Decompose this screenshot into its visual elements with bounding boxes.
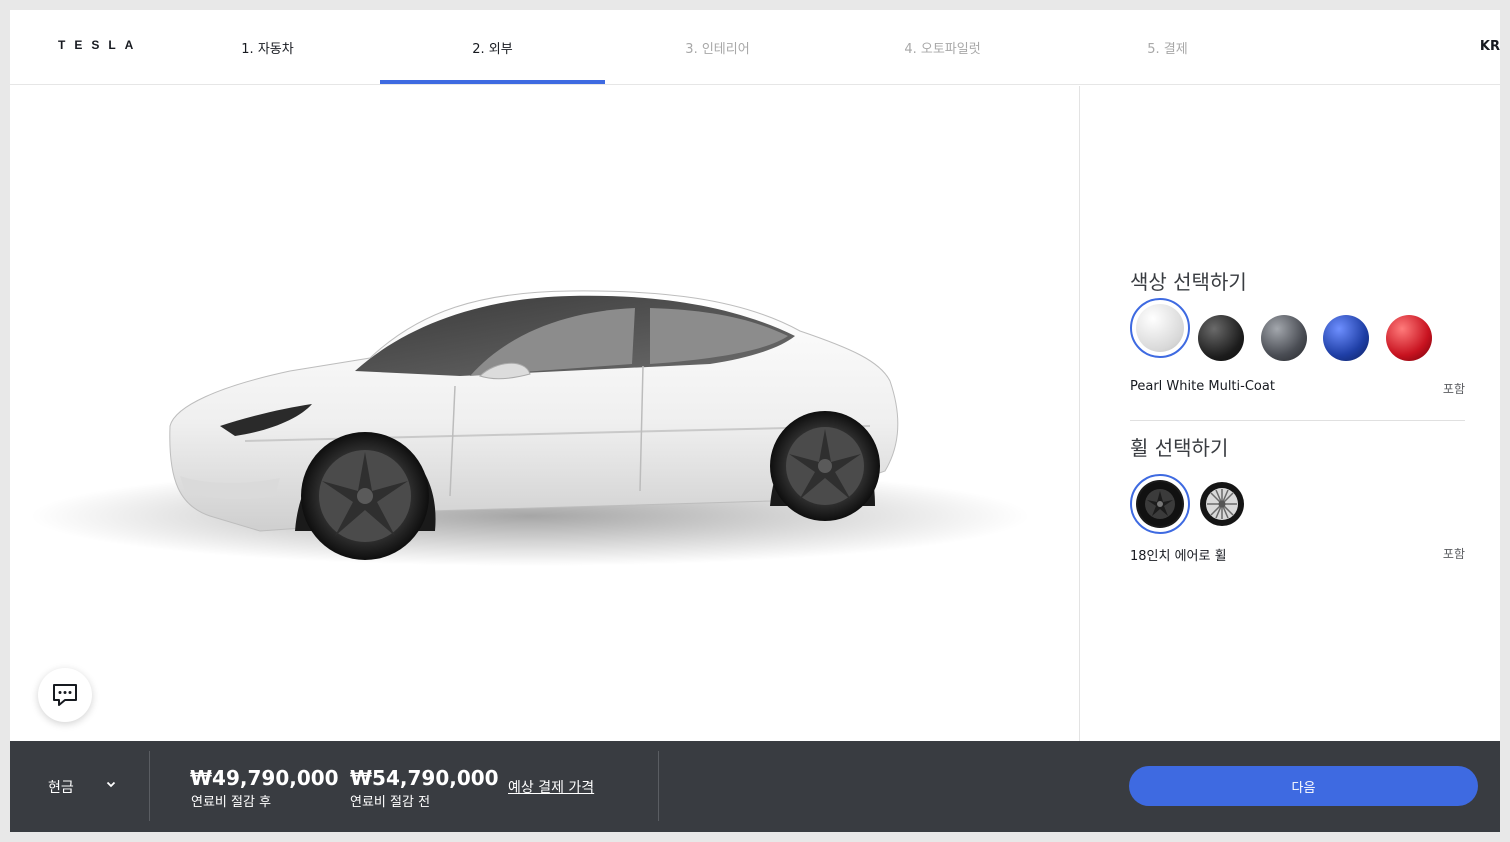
footer-divider (658, 751, 659, 821)
configurator-window: TESLA 1. 자동차 2. 외부 3. 인테리어 4. 오토파일럿 5. 결… (10, 10, 1500, 832)
wheel-section-title: 휠 선택하기 (1130, 436, 1229, 460)
top-nav: TESLA 1. 자동차 2. 외부 3. 인테리어 4. 오토파일럿 5. 결… (10, 10, 1500, 85)
active-tab-indicator (380, 80, 605, 84)
tab-interior[interactable]: 3. 인테리어 (605, 10, 830, 85)
section-divider (1130, 420, 1465, 421)
price-before-savings: ₩54,790,000 (350, 766, 499, 790)
tab-autopilot[interactable]: 4. 오토파일럿 (830, 10, 1055, 85)
swatch-midnight-silver[interactable] (1261, 315, 1307, 361)
payment-method-select[interactable]: 현금 (48, 777, 74, 797)
options-panel: 색상 선택하기 Pearl White Multi-Coat 포함 휠 선택하기 (1080, 86, 1500, 741)
chat-button[interactable] (38, 668, 92, 722)
tab-exterior[interactable]: 2. 외부 (380, 10, 605, 85)
selected-wheel-label: 18인치 에어로 휠 (1130, 549, 1227, 564)
estimated-price-link[interactable]: 예상 결제 가격 (508, 777, 594, 797)
color-section-title: 색상 선택하기 (1130, 270, 1247, 294)
car-image (30, 290, 1030, 566)
aero-wheel-icon (1138, 482, 1182, 526)
wheel-sport-option[interactable] (1199, 481, 1245, 527)
price-after-savings: ₩49,790,000 (190, 766, 339, 790)
wheel-aero-option[interactable] (1130, 474, 1190, 534)
tesla-logo[interactable]: TESLA (58, 38, 142, 52)
tab-vehicle[interactable]: 1. 자동차 (155, 10, 380, 85)
wheel-price: 포함 (1442, 547, 1465, 561)
footer-divider (149, 751, 150, 821)
price-after-savings-label: 연료비 절감 후 (191, 795, 272, 810)
swatch-red[interactable] (1386, 315, 1432, 361)
tab-payment[interactable]: 5. 결제 (1055, 10, 1280, 85)
color-price: 포함 (1442, 382, 1465, 396)
swatch-deep-blue[interactable] (1323, 315, 1369, 361)
swatch-pearl-white[interactable] (1130, 298, 1190, 358)
price-footer: 현금 ₩49,790,000 연료비 절감 후 ₩54,790,000 연료비 … (10, 741, 1500, 832)
language-selector[interactable]: KR (1480, 39, 1500, 54)
sport-wheel-icon (1200, 482, 1244, 526)
car-preview (10, 86, 1079, 741)
price-before-savings-label: 연료비 절감 전 (350, 795, 431, 810)
chat-bubble-icon (53, 684, 77, 706)
swatch-solid-black[interactable] (1198, 315, 1244, 361)
selected-color-label: Pearl White Multi-Coat (1130, 379, 1275, 394)
chevron-down-icon[interactable] (104, 777, 118, 791)
next-button[interactable]: 다음 (1129, 766, 1478, 806)
